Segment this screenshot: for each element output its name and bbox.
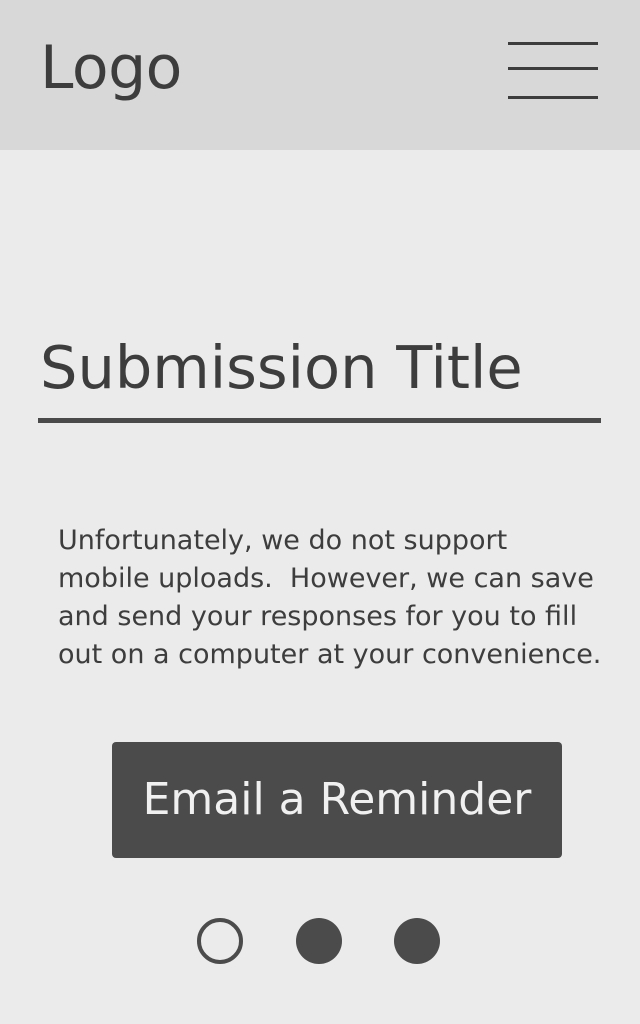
pagination-dots: [0, 918, 640, 968]
pagination-dot-1-active[interactable]: [197, 918, 243, 964]
header-bar: Logo: [0, 0, 640, 150]
email-reminder-button[interactable]: Email a Reminder: [112, 742, 562, 858]
logo[interactable]: Logo: [40, 32, 182, 104]
menu-bar-middle: [508, 67, 598, 70]
mobile-upload-message: Unfortunately, we do not support mobile …: [58, 525, 603, 670]
pagination-dot-3[interactable]: [394, 918, 440, 964]
menu-bar-top: [508, 42, 598, 45]
page-title: Submission Title: [40, 333, 523, 402]
hamburger-menu-icon[interactable]: [506, 40, 600, 102]
pagination-dot-2[interactable]: [296, 918, 342, 964]
menu-bar-bottom: [508, 96, 598, 99]
title-divider: [38, 418, 601, 423]
